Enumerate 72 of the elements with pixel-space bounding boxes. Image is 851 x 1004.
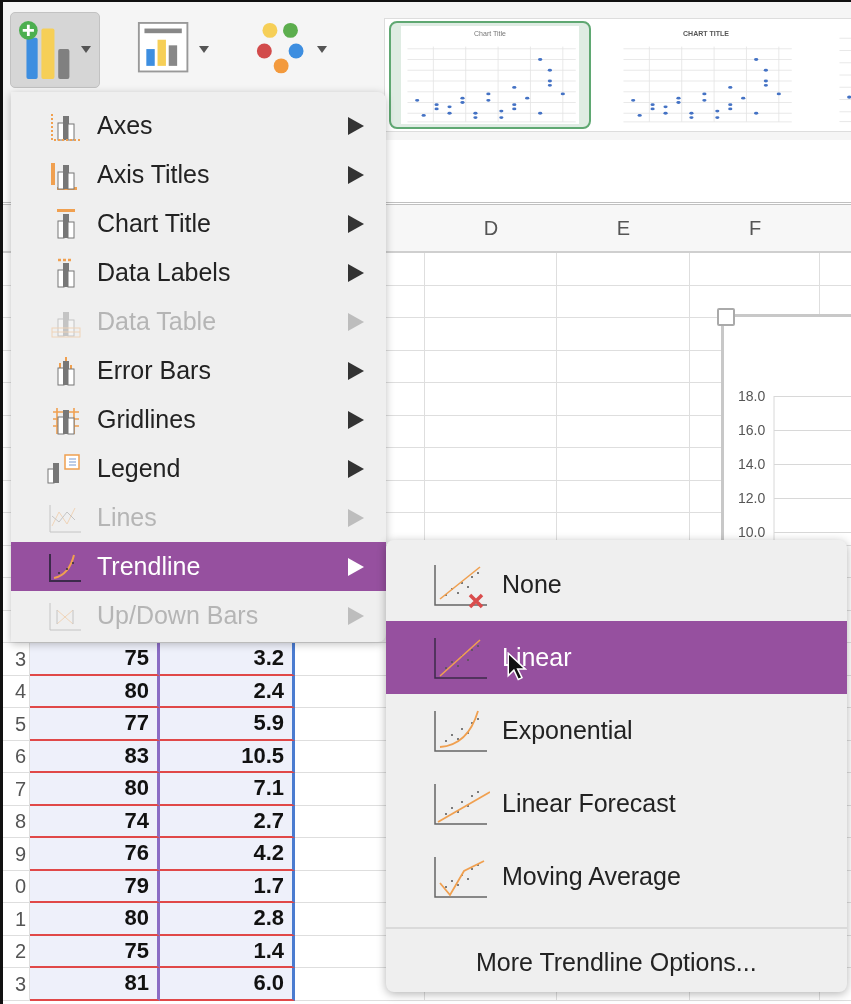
menu-item[interactable]: Axes [11,101,386,150]
table-cell: 76 [30,838,160,871]
table-cell: 1.7 [160,870,295,903]
menu-item[interactable]: Axis Titles [11,150,386,199]
menu-item[interactable]: Exponential [386,694,847,767]
menu-item[interactable]: Moving Average [386,840,847,913]
caret-icon [81,46,91,54]
axis-label: 18.0 [738,387,766,406]
menu-item[interactable]: None [386,548,847,621]
column-header[interactable]: D [483,216,499,240]
table-cell: 81 [30,968,160,1001]
table-cell: 75 [30,935,160,968]
menu-item[interactable]: Data Labels [11,248,386,297]
row-header[interactable]: 2 [3,935,30,968]
caret-icon [317,46,327,54]
add-chart-element-button[interactable] [10,12,100,88]
column-header[interactable]: E [616,216,631,240]
table-cell: 80 [30,675,160,708]
column-header[interactable]: F [748,216,762,240]
table-cell: 10.5 [160,740,295,773]
submenu-arrow-icon [348,263,364,282]
row-header[interactable]: 3 [3,643,30,676]
submenu-arrow-icon [348,459,364,478]
submenu-arrow-icon [348,557,364,576]
submenu-arrow-icon [348,606,364,625]
menu-item[interactable]: Trendline [11,542,386,591]
table-cell: 75 [30,643,160,676]
table-cell: 83 [30,740,160,773]
row-header[interactable]: 6 [3,740,30,773]
submenu-arrow-icon [348,361,364,380]
submenu-arrow-icon [348,312,364,331]
table-cell: 74 [30,805,160,838]
row-header[interactable]: 4 [3,675,30,708]
menu-item[interactable]: Linear Forecast [386,767,847,840]
axis-label: 14.0 [738,455,766,474]
menu-item[interactable]: Error Bars [11,346,386,395]
submenu-arrow-icon [348,410,364,429]
table-cell: 5.9 [160,708,295,741]
menu-item[interactable]: More Trendline Options... [386,935,847,977]
axis-label: 10.0 [738,523,766,540]
axis-label: 16.0 [738,421,766,440]
table-cell: 6.0 [160,968,295,1001]
row-header[interactable]: 1 [3,903,30,936]
table-cell: 1.4 [160,935,295,968]
submenu-arrow-icon [348,116,364,135]
table-cell: 7.1 [160,773,295,806]
chart-area[interactable]: 18.0 16.0 14.0 12.0 10.0 [721,314,851,540]
row-header[interactable]: 8 [3,805,30,838]
table-cell: 4.2 [160,838,295,871]
submenu-arrow-icon [348,165,364,184]
row-header[interactable]: 0 [3,870,30,903]
menu-item[interactable]: Gridlines [11,395,386,444]
submenu-arrow-icon [348,508,364,527]
table-cell: 2.7 [160,805,295,838]
table-cell: 80 [30,903,160,936]
caret-icon [199,46,209,54]
row-header[interactable]: 9 [3,838,30,871]
table-cell: 2.4 [160,675,295,708]
table-cell: 79 [30,870,160,903]
resize-handle[interactable] [717,308,735,326]
table-cell: 80 [30,773,160,806]
table-cell: 3.2 [160,643,295,676]
axis-label: 12.0 [738,489,766,508]
row-header[interactable]: 5 [3,708,30,741]
table-cell: 2.8 [160,903,295,936]
menu-item[interactable]: Chart Title [11,199,386,248]
menu-item[interactable]: Legend [11,444,386,493]
table-cell: 77 [30,708,160,741]
submenu-arrow-icon [348,214,364,233]
row-header[interactable]: 3 [3,968,30,1001]
row-header[interactable]: 7 [3,773,30,806]
chart-element-icon [47,452,83,485]
